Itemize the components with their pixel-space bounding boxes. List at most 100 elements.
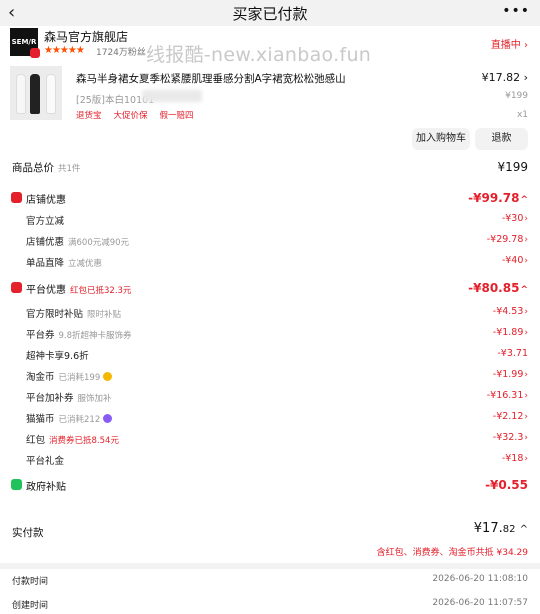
top-bar: ‹ 买家已付款 ••• [0,0,540,26]
discount-item-name: 平台礼金 [26,456,65,467]
shop-discount-label: 店铺优惠 [26,195,66,206]
product-thumbnail[interactable] [10,66,62,120]
total-count: 共1件 [58,164,81,174]
actual-payment-amount[interactable]: ¥17.82 ^ [474,521,528,536]
tag-price-protection: 大促价保 [113,111,148,121]
discount-item-name: 平台券 [26,330,55,341]
live-link[interactable]: 直播中 › [491,36,528,51]
total-price-label: 商品总价 共1件 [12,160,80,175]
gov-subsidy-icon [11,479,22,490]
gov-subsidy-label: 政府补贴 [26,482,66,493]
discount-item-value: -¥16.31› [487,390,528,401]
price-summary: 商品总价 共1件 ¥199 店铺优惠 -¥99.78^ 官方立减 -¥30 › 店铺… [0,154,540,544]
product-item[interactable]: 森马半身裙女夏季松紧腰肌理垂感分割A字裙宽松松弛感山 [25版]本白10101 … [0,64,540,154]
discount-item: 平台礼金 -¥18› [0,453,540,471]
payment-time-label: 付款时间 [12,577,49,587]
discount-item: 平台加补券 服饰加补 -¥16.31› [0,390,540,408]
discount-item-label: 猫猫币 已消耗212 [26,411,113,425]
discount-item-sub: 已消耗199 [58,373,101,383]
discount-item: 店铺优惠 满600元减90元 -¥29.78› [0,234,540,252]
chevron-right-icon: › [524,256,528,266]
create-time-value: 2026-06-20 11:07:57 [432,598,528,608]
chevron-right-icon: › [524,454,528,464]
order-times: 付款时间 2026-06-20 11:08:10 创建时间 2026-06-20… [0,563,540,614]
discount-item-sub: 满600元减90元 [68,238,130,248]
discount-item-value: -¥32.3› [493,432,528,443]
product-quantity: x1 [516,110,528,120]
shop-discount-icon [11,192,22,203]
actual-payment-label: 实付款 [12,527,44,539]
discount-item-name: 官方立减 [26,216,65,227]
chevron-right-icon: › [524,328,528,338]
platform-discount-sub: 红包已抵32.3元 [70,286,132,296]
platform-discount-label-text: 平台优惠 [26,285,66,296]
discount-item-name: 官方限时补贴 [26,309,84,320]
discount-item-value: -¥4.53› [493,306,528,317]
chevron-right-icon: › [524,235,528,245]
chevron-right-icon: › [524,412,528,422]
discount-item-value: -¥1.99› [493,369,528,380]
chevron-right-icon: › [523,71,528,84]
add-to-cart-button[interactable]: 加入购物车 [412,128,470,150]
discount-item-name: 猫猫币 [26,414,55,425]
chevron-right-icon: › [524,391,528,401]
discount-item-amount: -¥18 [501,453,524,464]
discount-item-sub: 消费券已抵8.54元 [49,436,119,446]
discount-item-label: 平台加补券 服饰加补 [26,390,112,404]
discount-item-amount: -¥4.53 [492,306,524,317]
discount-item-value: -¥2.12› [493,411,528,422]
tag-return-insurance: 退货宝 [76,111,102,121]
shop-discount-value[interactable]: -¥99.78^ [468,191,528,205]
more-options-icon[interactable]: ••• [502,3,530,19]
actual-payment: 实付款 ¥17.82 ^ 含红包、消费券、淘金币共抵 ¥34.29 [0,519,540,569]
discount-item-label: 官方立减 [26,213,68,227]
discount-item-label: 超神卡享9.6折 [26,348,93,362]
shop-discount-row[interactable]: 店铺优惠 -¥99.78^ [0,191,540,209]
discount-item-amount: -¥3.71 [497,348,528,359]
refund-button[interactable]: 退款 [475,128,528,150]
discount-item-label: 店铺优惠 满600元减90元 [26,234,129,248]
discount-item-name: 淘金币 [26,372,55,383]
product-title[interactable]: 森马半身裙女夏季松紧腰肌理垂感分割A字裙宽松松弛感山 [76,71,406,86]
platform-discount-row[interactable]: 平台优惠 红包已抵32.3元 -¥80.85^ [0,281,540,299]
discount-item-sub: 已消耗212 [58,415,101,425]
chevron-up-icon: ^ [520,195,528,205]
discount-item-amount: -¥29.78 [486,234,524,245]
platform-discount-icon [11,282,22,293]
chevron-up-icon: ^ [520,285,528,295]
gold-coin-icon [103,372,113,381]
shop-rating-stars: ★★★★★ [44,45,85,56]
total-price-label-text: 商品总价 [12,162,54,174]
shop-logo[interactable]: SEM/R [10,28,40,58]
discount-item-label: 红包 消费券已抵8.54元 [26,432,119,446]
create-time-row: 创建时间 2026-06-20 11:07:57 [12,598,528,614]
discount-item-amount: -¥30 [501,213,524,224]
discount-item: 淘金币 已消耗199 -¥1.99› [0,369,540,387]
payment-time-row: 付款时间 2026-06-20 11:08:10 [12,574,528,590]
actual-payment-dec: 82 [502,524,516,535]
discount-item-name: 平台加补券 [26,393,74,404]
product-tags: 退货宝 大促价保 假一赔四 [76,109,206,121]
chevron-right-icon: › [524,307,528,317]
tmall-badge-icon [30,48,40,58]
discount-item-value: -¥29.78› [487,234,528,245]
discount-item-amount: -¥2.12 [492,411,524,422]
payment-time-value: 2026-06-20 11:08:10 [432,574,528,584]
order-card: SEM/R 森马官方旗舰店 ★★★★★ 1724万粉丝 直播中 › 线报酷-ne… [0,26,540,154]
discount-item-value: -¥1.89› [493,327,528,338]
actual-payment-int: ¥17. [473,521,503,536]
discount-item: 平台券 9.8折超神卡服饰券 -¥1.89› [0,327,540,345]
total-price-value: ¥199 [497,160,528,174]
discount-item-name: 红包 [26,435,46,446]
discount-item-sub: 9.8折超神卡服饰券 [58,331,132,341]
platform-discount-value[interactable]: -¥80.85^ [468,281,528,295]
discount-item-name: 超神卡享9.6折 [26,351,89,362]
discount-item-sub: 限时补贴 [87,310,122,320]
shop-name[interactable]: 森马官方旗舰店 [44,28,128,45]
gov-subsidy-value: -¥0.55 [485,478,528,492]
discount-item-label: 淘金币 已消耗199 [26,369,113,383]
watermark: 线报酷-new.xianbao.fun [146,44,372,66]
shop-fans-count: 1724万粉丝 [96,48,146,58]
chevron-right-icon: › [524,370,528,380]
discount-item-value: -¥3.71 [497,348,528,359]
